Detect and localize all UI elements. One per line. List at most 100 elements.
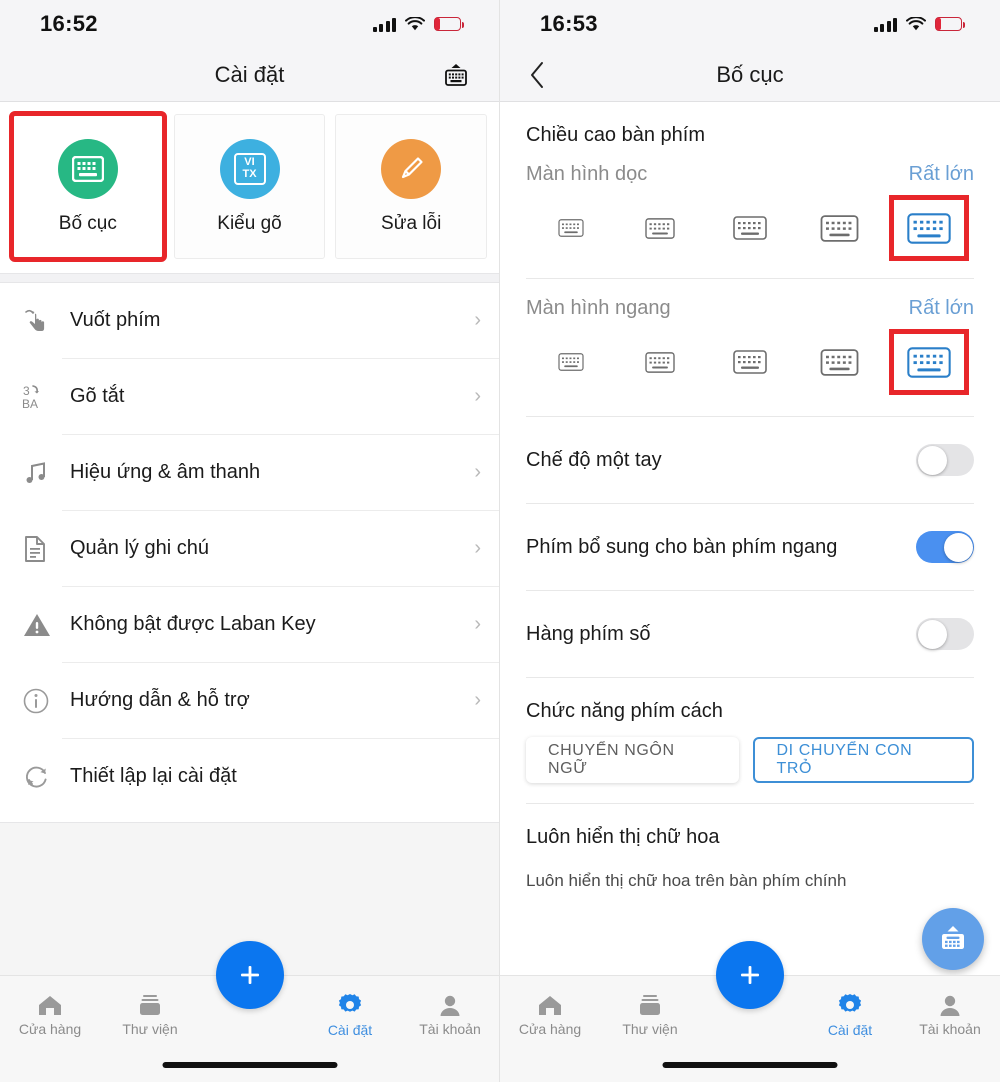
menu-item-label: Không bật được Laban Key: [70, 613, 316, 635]
info-icon: [22, 687, 62, 715]
settings-screen: 16:52 Cài đặt Bố cục VI TX Kiểu gõ Sửa l…: [0, 0, 500, 1082]
status-indicators: [873, 16, 965, 32]
library-icon: [640, 995, 660, 1015]
tab-label: Tài khoản: [919, 1021, 981, 1037]
svg-text:BA: BA: [22, 397, 38, 411]
menu-item-label: Hiệu ứng & âm thanh: [70, 461, 261, 483]
tab-label: Tài khoản: [419, 1021, 481, 1037]
portrait-height-option-3[interactable]: [715, 200, 785, 256]
keyboard-toggle-fab[interactable]: [922, 908, 984, 970]
tab-cua-hang[interactable]: Cửa hàng: [0, 993, 100, 1037]
row-hang-phim-so[interactable]: Hàng phím số: [500, 591, 1000, 677]
toggle-phim-bo-sung[interactable]: [916, 531, 974, 563]
menu-item-label: Gõ tắt: [70, 385, 125, 407]
person-icon: [940, 995, 960, 1016]
keyboard-icon: [57, 138, 118, 199]
landscape-height-options: [500, 320, 1000, 398]
toggle-che-do-mot-tay[interactable]: [916, 444, 974, 476]
bottom-tab-bar-right: Cửa hàng Thư viện Cài đặt Tài khoản: [500, 941, 1000, 1082]
landscape-height-option-4[interactable]: [805, 334, 875, 390]
card-label: Kiểu gõ: [217, 212, 282, 234]
vi-tx-icon: VI TX: [219, 138, 280, 199]
dual-screenshot: 16:52 Cài đặt Bố cục VI TX Kiểu gõ Sửa l…: [0, 0, 1000, 1082]
uppercase-section[interactable]: Luôn hiển thị chữ hoa Luôn hiển thị chữ …: [500, 804, 1000, 891]
chip-chuyen-ngon-ngu[interactable]: CHUYỂN NGÔN NGỮ: [526, 737, 739, 783]
home-icon: [539, 996, 561, 1015]
menu-item-quan-ly-ghi-chu[interactable]: Quản lý ghi chú ›: [0, 511, 499, 586]
menu-item-khong-bat-duoc[interactable]: Không bật được Laban Key ›: [0, 587, 499, 662]
gear-icon: [838, 994, 862, 1012]
uppercase-subtitle: Luôn hiển thị chữ hoa trên bàn phím chín…: [526, 871, 847, 890]
tab-cua-hang[interactable]: Cửa hàng: [500, 993, 600, 1037]
menu-item-label: Vuốt phím: [70, 309, 161, 331]
chevron-right-icon: ›: [474, 537, 481, 559]
portrait-height-option-4[interactable]: [805, 200, 875, 256]
layout-content: Chiều cao bàn phím Màn hình dọc Rất lớn: [500, 102, 1000, 980]
tab-thu-vien[interactable]: Thư viện: [600, 993, 700, 1037]
landscape-height-option-5[interactable]: [889, 329, 970, 395]
menu-item-huong-dan-ho-tro[interactable]: Hướng dẫn & hỗ trợ ›: [0, 663, 499, 738]
battery-icon: [935, 17, 965, 31]
warning-icon: [22, 611, 62, 639]
plus-icon: [741, 966, 759, 984]
chip-label: CHUYỂN NGÔN NGỮ: [548, 742, 675, 777]
wifi-icon: [405, 16, 425, 30]
menu-item-vuot-phim[interactable]: Vuốt phím ›: [0, 283, 499, 358]
page-title: Cài đặt: [214, 61, 285, 87]
svg-text:3: 3: [23, 384, 30, 398]
portrait-height-options: [500, 186, 1000, 264]
tab-label: Cửa hàng: [18, 1021, 82, 1037]
chip-di-chuyen-con-tro[interactable]: DI CHUYỂN CON TRỎ: [752, 737, 974, 783]
spacekey-section: Chức năng phím cách: [500, 678, 1000, 723]
landscape-height-option-3[interactable]: [715, 334, 785, 390]
plus-icon: [241, 966, 259, 984]
card-label: Sửa lỗi: [381, 212, 442, 234]
menu-item-go-tat[interactable]: 3 BA Gõ tắt ›: [0, 359, 499, 434]
spacekey-title: Chức năng phím cách: [526, 700, 723, 722]
chevron-right-icon: ›: [474, 689, 481, 711]
keyboard-up-icon[interactable]: [439, 60, 473, 90]
portrait-height-header: Màn hình dọc Rất lớn: [500, 155, 1000, 186]
uppercase-title: Luôn hiển thị chữ hoa: [526, 826, 720, 848]
landscape-value[interactable]: Rất lớn: [909, 297, 974, 320]
swipe-hand-icon: [22, 306, 62, 336]
menu-item-label: Thiết lập lại cài đặt: [70, 765, 237, 787]
tab-cai-dat[interactable]: Cài đặt: [300, 992, 400, 1038]
tab-label: Thư viện: [122, 1021, 178, 1037]
portrait-height-option-2[interactable]: [625, 200, 695, 256]
portrait-value[interactable]: Rất lớn: [909, 163, 974, 186]
settings-menu: Vuốt phím › 3 BA Gõ tắt › Hiệu ứng & âm …: [0, 283, 499, 814]
tab-label: Cài đặt: [827, 1022, 873, 1038]
menu-item-thiet-lap-lai[interactable]: Thiết lập lại cài đặt: [0, 739, 499, 814]
wifi-icon: [906, 16, 926, 30]
toggle-label: Chế độ một tay: [526, 448, 662, 471]
layout-screen: 16:53 Bố cục Chiều cao bàn phím Màn hình…: [500, 0, 1000, 1082]
portrait-height-option-5[interactable]: [889, 195, 970, 261]
nav-bar-right: Bố cục: [500, 48, 1000, 102]
section-gap: [0, 273, 499, 283]
tab-tai-khoan[interactable]: Tài khoản: [400, 993, 499, 1037]
vi-tx-top: VI: [244, 155, 255, 168]
cellular-signal-icon: [372, 17, 396, 32]
add-button[interactable]: [716, 941, 784, 1009]
card-kieu-go[interactable]: VI TX Kiểu gõ: [173, 114, 326, 259]
menu-item-hieu-ung-am-thanh[interactable]: Hiệu ứng & âm thanh ›: [0, 435, 499, 510]
tab-tai-khoan[interactable]: Tài khoản: [900, 993, 1000, 1037]
bottom-tab-bar-left: Cửa hàng Thư viện Cài đặt Tài khoản: [0, 941, 499, 1082]
landscape-height-option-1[interactable]: [536, 334, 606, 390]
tab-thu-vien[interactable]: Thư viện: [100, 993, 200, 1037]
chip-label: DI CHUYỂN CON TRỎ: [776, 742, 913, 777]
landscape-label: Màn hình ngang: [526, 297, 671, 319]
row-che-do-mot-tay[interactable]: Chế độ một tay: [500, 417, 1000, 503]
landscape-height-option-2[interactable]: [625, 334, 695, 390]
tab-label: Cửa hàng: [518, 1021, 582, 1037]
card-sua-loi[interactable]: Sửa lỗi: [335, 114, 488, 259]
toggle-hang-phim-so[interactable]: [916, 618, 974, 650]
music-note-icon: [22, 459, 62, 487]
tab-cai-dat[interactable]: Cài đặt: [800, 992, 900, 1038]
add-button[interactable]: [216, 941, 284, 1009]
portrait-height-option-1[interactable]: [536, 200, 606, 256]
card-bo-cuc[interactable]: Bố cục: [9, 111, 167, 262]
row-phim-bo-sung[interactable]: Phím bổ sung cho bàn phím ngang: [500, 504, 1000, 590]
gear-icon: [338, 994, 362, 1012]
